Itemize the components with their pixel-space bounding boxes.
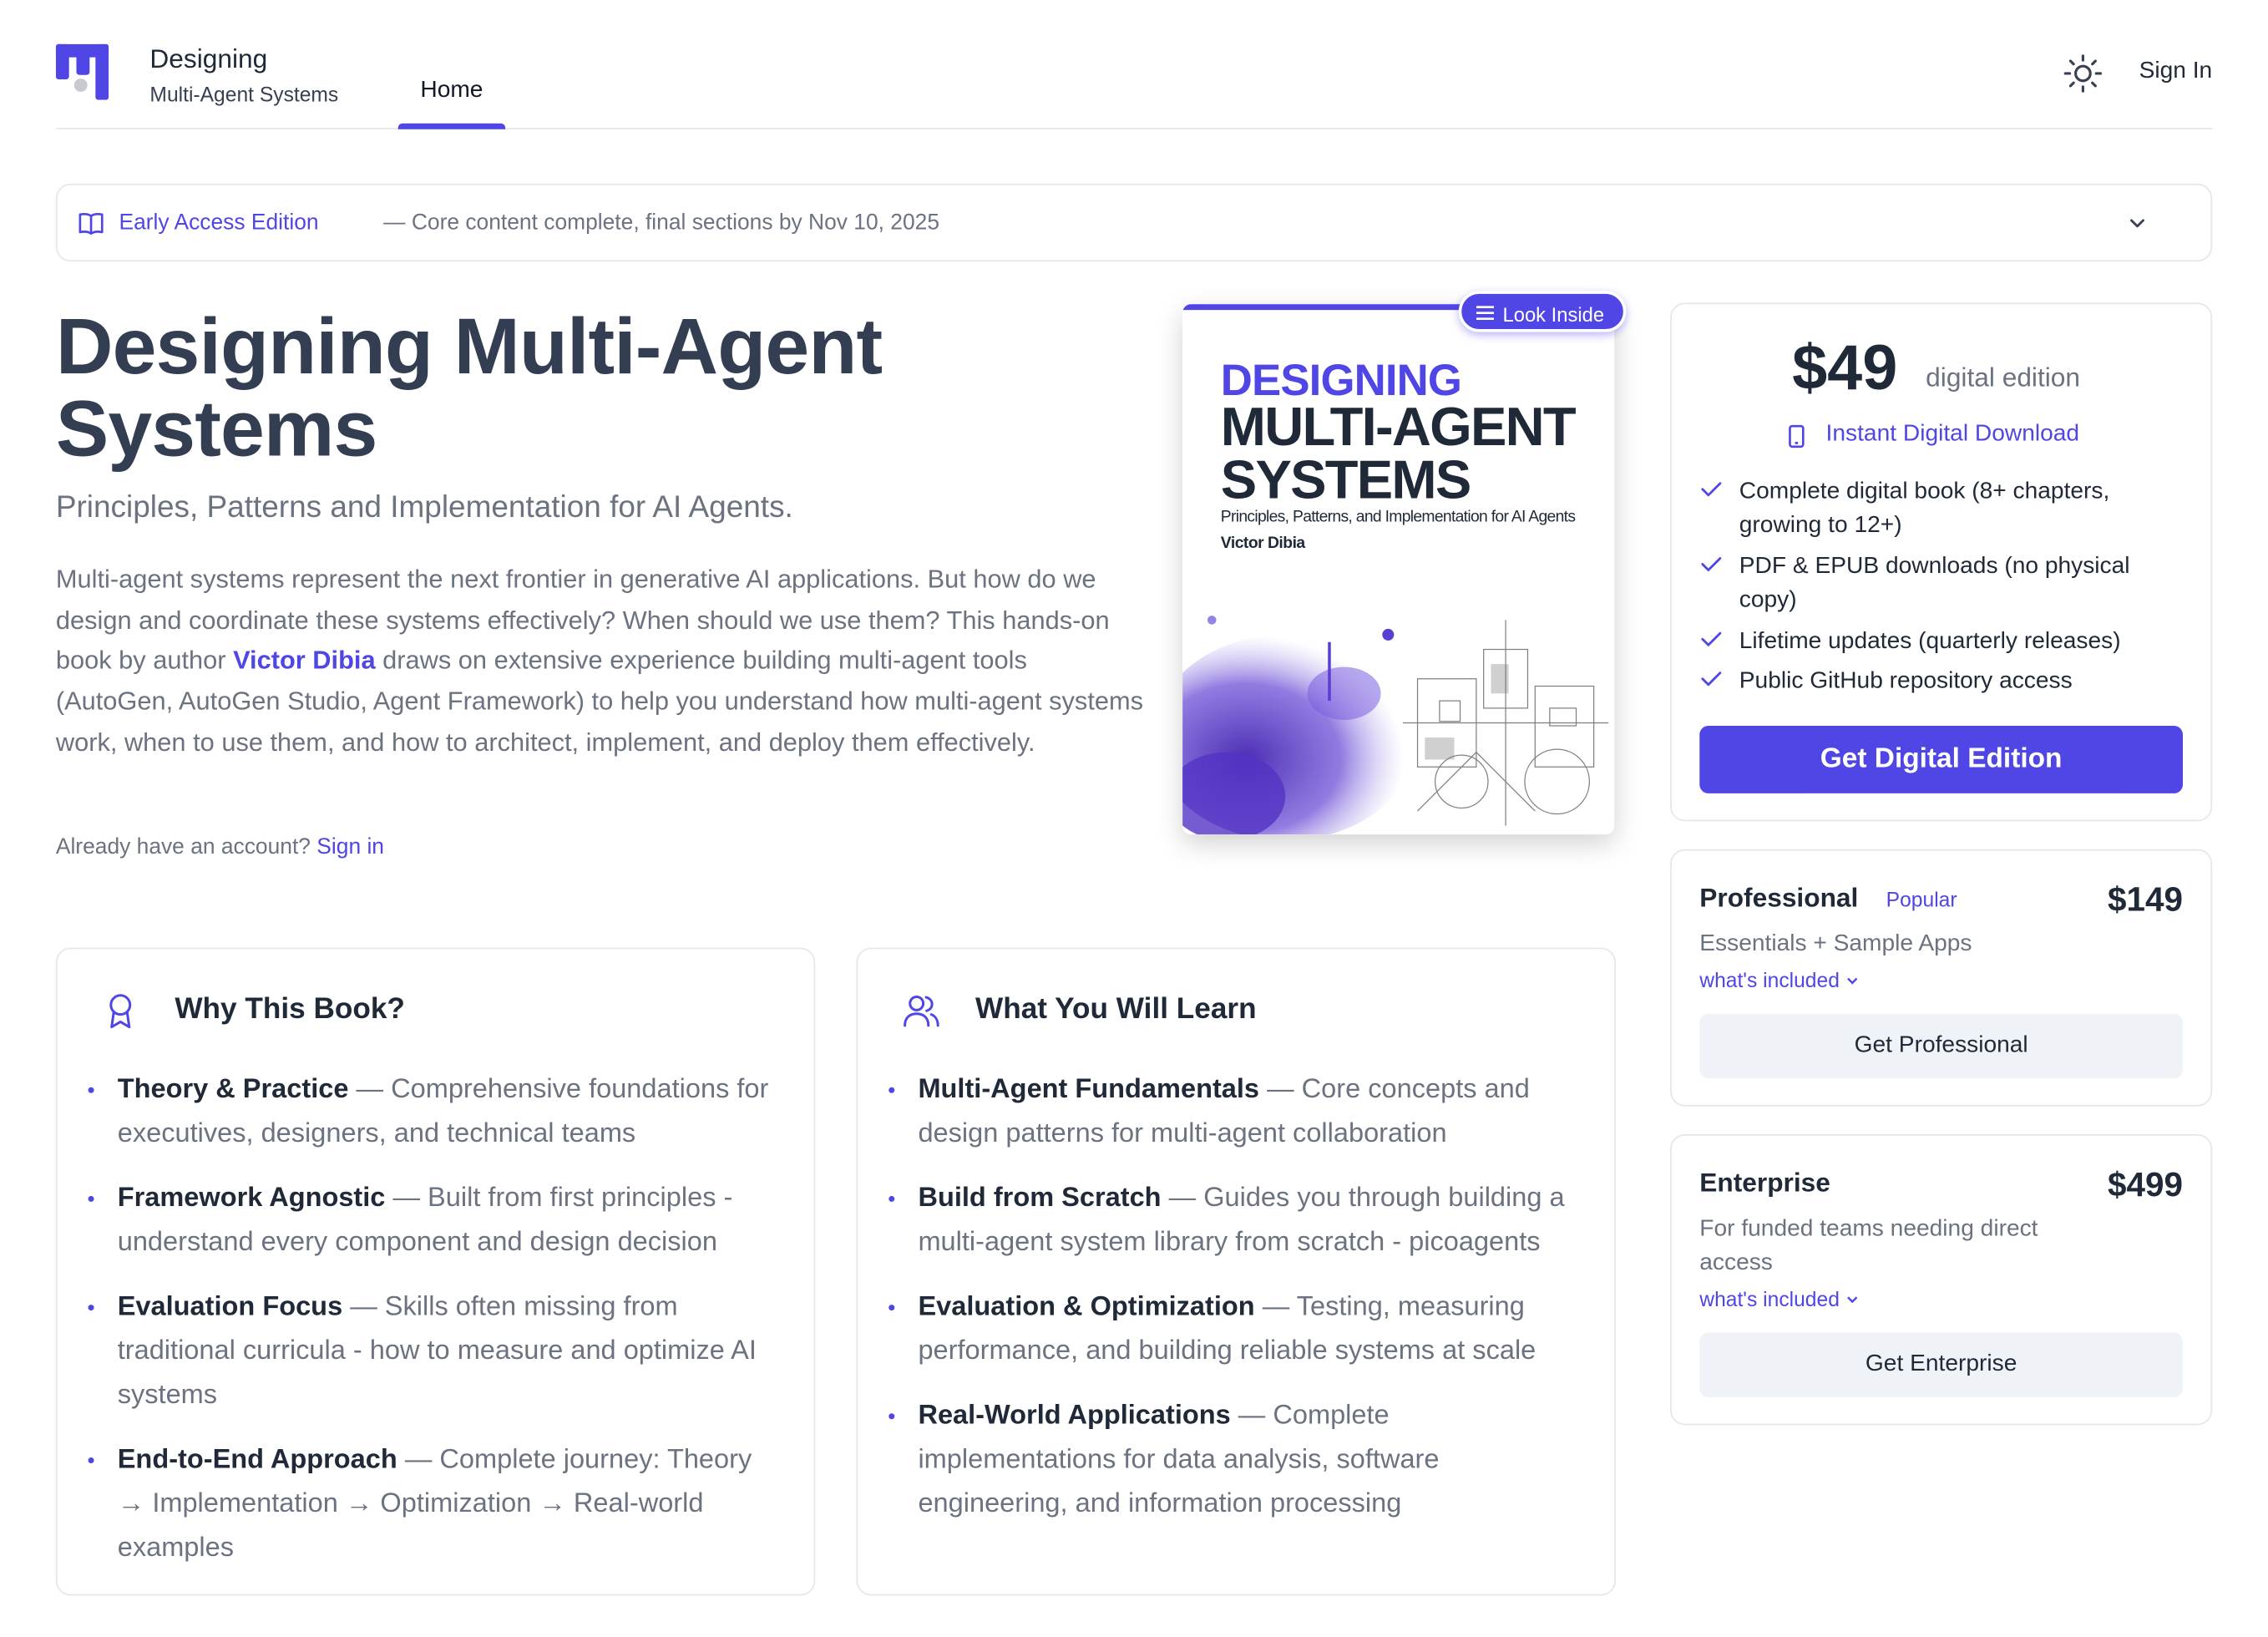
top-header: Designing Multi-Agent Systems Home Sign … [55,0,2213,129]
list-item: Multi-Agent Fundamentals — Core concepts… [888,1067,1586,1155]
professional-price: $149 [2108,879,2184,919]
get-professional-button[interactable]: Get Professional [1699,1013,2184,1079]
list-item-title: Framework Agnostic [117,1181,386,1213]
book-logo-icon[interactable] [55,43,109,100]
list-item-title: Theory & Practice [117,1072,349,1104]
page-subtitle: Principles, Patterns and Implementation … [55,490,793,525]
list-item: End-to-End Approach — Complete journey: … [88,1437,786,1569]
list-item: Framework Agnostic — Built from first pr… [88,1175,786,1264]
feature-item: Complete digital book (8+ chapters, grow… [1701,474,2180,542]
enterprise-tier-name: Enterprise [1699,1168,1830,1198]
banner-label: Early Access Edition [119,210,319,236]
cover-accent-bar [1182,304,1462,311]
brand-subtitle[interactable]: Multi-Agent Systems [149,83,338,106]
book-open-icon [78,212,104,236]
popular-badge: Popular [1886,887,1957,911]
cover-illustration [1182,616,1609,835]
get-digital-edition-button[interactable]: Get Digital Edition [1699,725,2184,793]
list-item-title: Evaluation Focus [117,1290,343,1321]
professional-whats-included-toggle[interactable]: what's included [1699,968,1860,991]
cover-title-systems: SYSTEMS [1220,449,1472,510]
feature-item: Public GitHub repository access [1701,664,2180,697]
sun-icon[interactable] [2063,53,2103,94]
book-description: Multi-agent systems represent the next f… [56,560,1146,763]
feature-text: Complete digital book (8+ chapters, grow… [1739,479,2110,538]
look-inside-label: Look Inside [1502,304,1605,327]
nav-tab-home[interactable]: Home [397,58,506,129]
list-item-title: Real-World Applications [918,1398,1231,1430]
why-this-book-title: Why This Book? [175,993,405,1026]
whats-included-label: what's included [1699,968,1840,992]
what-you-will-learn-card: What You Will Learn Multi-Agent Fundamen… [856,947,1617,1596]
enterprise-price: $499 [2108,1164,2184,1204]
professional-description: Essentials + Sample Apps [1699,931,1972,957]
cover-title-line-2: MULTI-AGENT SYSTEMS [1220,399,1614,510]
enterprise-tier-card: Enterprise $499 For funded teams needing… [1670,1134,2213,1426]
check-icon [1701,482,1722,497]
cover-author: Victor Dibia [1220,535,1305,553]
list-item: Evaluation & Optimization — Testing, mea… [888,1284,1586,1372]
digital-price-note: digital edition [1926,362,2081,393]
enterprise-whats-included-toggle[interactable]: what's included [1699,1287,1860,1310]
chevron-down-icon[interactable] [2125,211,2149,235]
brand-title[interactable]: Designing [149,44,267,75]
list-item: Evaluation Focus — Skills often missing … [88,1284,786,1416]
check-icon [1701,672,1722,687]
list-item: Real-World Applications — Complete imple… [888,1393,1586,1525]
digital-edition-card: $49 digital edition Instant Digital Down… [1670,302,2213,822]
instant-download-text: Instant Digital Download [1825,421,2080,447]
professional-tier-card: Professional Popular $149 Essentials + S… [1670,849,2213,1107]
award-ribbon-icon [109,994,132,1029]
chevron-down-icon [1847,1296,1858,1304]
look-inside-button[interactable]: Look Inside [1458,291,1627,332]
list-item-title: End-to-End Approach [117,1442,397,1474]
list-item: Theory & Practice — Comprehensive founda… [88,1067,786,1155]
why-this-book-card: Why This Book? Theory & Practice — Compr… [55,947,816,1596]
get-enterprise-button[interactable]: Get Enterprise [1699,1332,2184,1397]
what-you-will-learn-title: What You Will Learn [975,993,1257,1026]
whats-included-label: what's included [1699,1286,1840,1311]
menu-lines-icon [1476,306,1495,321]
cover-subtitle: Principles, Patterns, and Implementation… [1220,508,1576,526]
author-link[interactable]: Victor Dibia [233,646,376,675]
chevron-down-icon [1847,978,1858,986]
page-title-line-1: Designing Multi-Agent [55,302,883,391]
phone-icon [1789,424,1805,449]
list-item-title: Build from Scratch [918,1181,1162,1213]
feature-text: Lifetime updates (quarterly releases) [1739,628,2121,654]
feature-item: Lifetime updates (quarterly releases) [1701,625,2180,658]
check-icon [1701,557,1722,571]
early-access-banner[interactable]: Early Access Edition — Core content comp… [55,183,2213,262]
list-item: Build from Scratch — Guides you through … [888,1175,1586,1264]
instant-download-label: Instant Digital Download [1788,422,2079,449]
account-prompt-text: Already have an account? [55,834,311,860]
account-prompt: Already have an account? Sign in [56,834,384,859]
book-cover[interactable]: DESIGNING MULTI-AGENT SYSTEMS Principles… [1182,304,1615,835]
list-item-title: Multi-Agent Fundamentals [918,1072,1260,1104]
feature-text: Public GitHub repository access [1739,668,2073,694]
cover-title-multi-agent: MULTI-AGENT [1220,396,1577,458]
page-title-line-2: Systems [55,384,378,474]
professional-tier-name: Professional [1699,883,1859,913]
banner-text: — Core content complete, final sections … [383,210,940,236]
feature-item: PDF & EPUB downloads (no physical copy) [1701,550,2180,617]
list-item-title: Evaluation & Optimization [918,1290,1255,1321]
enterprise-description: For funded teams needing direct access [1699,1216,2038,1275]
page-title: Designing Multi-Agent Systems [56,306,1114,470]
users-icon [904,996,939,1027]
sign-in-link[interactable]: Sign in [316,834,384,859]
feature-text: PDF & EPUB downloads (no physical copy) [1739,554,2130,613]
digital-price: $49 [1792,333,1898,404]
check-icon [1701,631,1722,646]
sign-in-button[interactable]: Sign In [2139,58,2213,85]
